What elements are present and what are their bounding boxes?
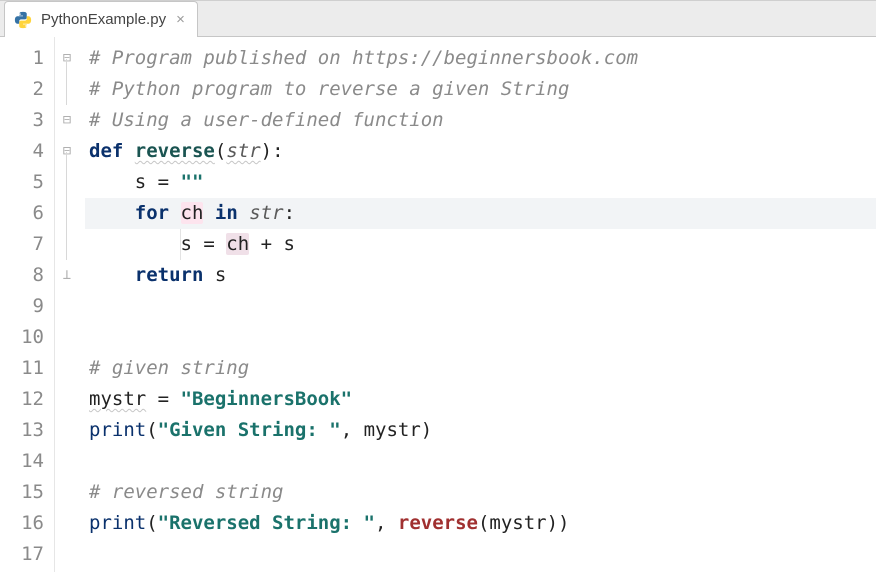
comment: # given string: [89, 357, 249, 379]
code-line[interactable]: return s: [85, 260, 876, 291]
identifier: s: [135, 171, 146, 193]
indent-guide: [180, 229, 181, 260]
comment: # Using a user-defined function: [89, 109, 444, 131]
line-number: 2: [33, 78, 44, 100]
identifier: mystr: [89, 388, 146, 410]
identifier: ch: [226, 233, 249, 255]
fold-guide: [66, 59, 67, 105]
code-line[interactable]: [85, 446, 876, 477]
string-literal: "BeginnersBook": [181, 388, 353, 410]
code-line[interactable]: # Program published on https://beginners…: [85, 43, 876, 74]
identifier: s: [181, 233, 192, 255]
comment: # reversed string: [89, 481, 283, 503]
keyword: in: [215, 202, 238, 224]
fold-marker-icon[interactable]: ⊟: [59, 136, 75, 167]
line-number: 10: [21, 326, 44, 348]
code-line[interactable]: mystr = "BeginnersBook": [85, 384, 876, 415]
line-number: 1: [33, 47, 44, 69]
code-line[interactable]: # Using a user-defined function: [85, 105, 876, 136]
builtin: print: [89, 419, 146, 441]
code-line[interactable]: def reverse(str):: [85, 136, 876, 167]
line-number: 3: [33, 109, 44, 131]
editor: 1 2 3 4 5 6 7 8 9 10 11 12 13 14 15 16 1…: [0, 37, 876, 572]
keyword: def: [89, 140, 123, 162]
fold-guide: [66, 152, 67, 260]
python-file-icon: [13, 10, 33, 30]
line-number: 15: [21, 481, 44, 503]
keyword: for: [135, 202, 169, 224]
code-line[interactable]: s = ch + s: [85, 229, 876, 260]
tab-bar: PythonExample.py ×: [0, 1, 876, 37]
line-number: 14: [21, 450, 44, 472]
line-number: 6: [33, 202, 44, 224]
code-line[interactable]: [85, 539, 876, 570]
file-tab[interactable]: PythonExample.py ×: [4, 1, 198, 37]
fold-marker-icon[interactable]: ⊟: [59, 43, 75, 74]
line-number: 17: [21, 543, 44, 565]
code-line-current[interactable]: for ch in str:: [85, 198, 876, 229]
code-line[interactable]: s = "": [85, 167, 876, 198]
line-number-gutter: 1 2 3 4 5 6 7 8 9 10 11 12 13 14 15 16 1…: [0, 37, 55, 572]
fold-column: ⊟ ⊟ ⊟ ⊥: [55, 37, 85, 572]
line-number: 13: [21, 419, 44, 441]
fold-marker-icon[interactable]: ⊟: [59, 105, 75, 136]
line-number: 8: [33, 264, 44, 286]
line-number: 7: [33, 233, 44, 255]
line-number: 11: [21, 357, 44, 379]
close-icon[interactable]: ×: [174, 11, 187, 28]
parameter: str: [226, 140, 260, 162]
paren: ):: [261, 140, 284, 162]
code-line[interactable]: print("Given String: ", mystr): [85, 415, 876, 446]
code-line[interactable]: print("Reversed String: ", reverse(mystr…: [85, 508, 876, 539]
paren: (: [215, 140, 226, 162]
comment: # Python program to reverse a given Stri…: [89, 78, 569, 100]
line-number: 9: [33, 295, 44, 317]
code-area[interactable]: # Program published on https://beginners…: [85, 37, 876, 572]
comment: # Program published on https://beginners…: [89, 47, 638, 69]
function-call: reverse: [398, 512, 478, 534]
code-line[interactable]: [85, 322, 876, 353]
fold-end-icon: ⊥: [59, 260, 75, 291]
line-number: 5: [33, 171, 44, 193]
identifier: str: [249, 202, 283, 224]
code-line[interactable]: # Python program to reverse a given Stri…: [85, 74, 876, 105]
keyword: return: [135, 264, 204, 286]
code-line[interactable]: # reversed string: [85, 477, 876, 508]
tab-filename: PythonExample.py: [41, 11, 166, 28]
string-literal: "Reversed String: ": [158, 512, 375, 534]
builtin: print: [89, 512, 146, 534]
code-line[interactable]: # given string: [85, 353, 876, 384]
line-number: 4: [33, 140, 44, 162]
line-number: 16: [21, 512, 44, 534]
string-literal: "": [181, 171, 204, 193]
line-number: 12: [21, 388, 44, 410]
function-name: reverse: [135, 140, 215, 162]
string-literal: "Given String: ": [158, 419, 341, 441]
identifier: ch: [181, 202, 204, 224]
code-line[interactable]: [85, 291, 876, 322]
